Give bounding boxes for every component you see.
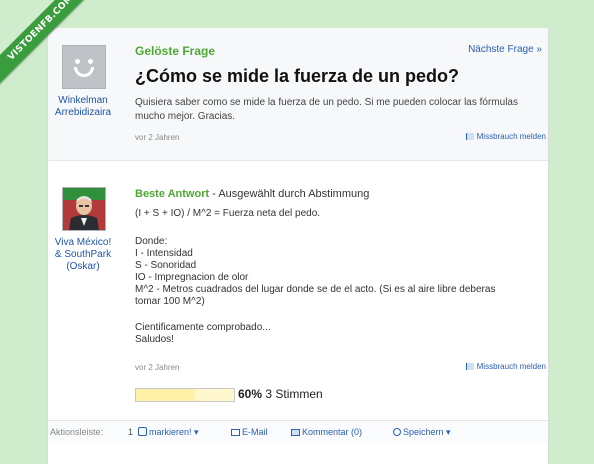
vote-progress-bar — [135, 388, 235, 402]
report-abuse-link[interactable]: Missbrauch melden — [465, 132, 546, 141]
vote-count: 3 Stimmen — [265, 387, 323, 401]
question-body: Quisiera saber como se mide la fuerza de… — [135, 97, 518, 122]
comment-icon — [291, 429, 300, 436]
action-bar-label: Aktionsleiste: — [50, 427, 104, 437]
selected-by-vote-text: - Ausgewählt durch Abstimmung — [209, 188, 370, 200]
save-label[interactable]: Speichern — [403, 427, 444, 437]
answer-item-olor: IO - Impregnacion de olor — [135, 272, 249, 283]
asker-username[interactable]: Winkelman Arrebidizaira — [52, 95, 114, 119]
comment-button[interactable]: Kommentar (0) — [291, 427, 362, 437]
star-count: 1 — [128, 427, 134, 437]
answer-timestamp: vor 2 Jahren — [135, 363, 180, 372]
avatar-eye-icon — [75, 59, 80, 64]
default-avatar[interactable] — [62, 45, 106, 89]
next-question-link[interactable]: Nächste Frage » — [468, 44, 542, 55]
mark-button[interactable]: markieren! ▾ — [138, 427, 199, 438]
vote-percent: 60% — [238, 387, 263, 401]
flag-icon — [465, 363, 474, 370]
email-button[interactable]: E-Mail — [231, 427, 268, 437]
best-answer-heading: Beste Antwort - Ausgewählt durch Abstimm… — [135, 188, 369, 200]
asker-name-line2[interactable]: Arrebidizaira — [52, 107, 114, 119]
answer-item-metros-cont: tomar 100 M^2) — [135, 296, 205, 307]
comment-label[interactable]: Kommentar (0) — [302, 427, 362, 437]
answerer-username[interactable]: Viva México! & SouthPark (Oskar) — [50, 237, 116, 273]
answerer-name-line1[interactable]: Viva México! — [50, 237, 116, 249]
mark-label[interactable]: markieren! — [149, 427, 192, 437]
question-title: ¿Cómo se mide la fuerza de un pedo? — [135, 66, 460, 86]
person-portrait-icon — [63, 188, 105, 230]
answer-closing-1: Cientificamente comprobado... — [135, 322, 271, 333]
action-bar: Aktionsleiste: 1 markieren! ▾ E-Mail Kom… — [48, 420, 548, 443]
answerer-avatar[interactable] — [62, 187, 106, 231]
star-icon — [138, 427, 147, 436]
answer-item-intensidad: I - Intensidad — [135, 248, 193, 259]
resolved-question-label: Gelöste Frage — [135, 44, 216, 58]
question-section: Winkelman Arrebidizaira Gelöste Frage Nä… — [48, 28, 548, 161]
answer-donde: Donde: — [135, 236, 168, 247]
qa-panel: Winkelman Arrebidizaira Gelöste Frage Nä… — [47, 28, 549, 464]
envelope-icon — [231, 429, 240, 436]
flag-icon — [465, 133, 474, 140]
save-button[interactable]: Speichern ▾ — [393, 427, 451, 438]
vote-result: 60% 3 Stimmen — [238, 387, 323, 401]
report-abuse-label[interactable]: Missbrauch melden — [477, 362, 546, 371]
answerer-name-line3[interactable]: (Oskar) — [50, 261, 116, 273]
answerer-name-line2[interactable]: & SouthPark — [50, 249, 116, 261]
answer-report-abuse-link[interactable]: Missbrauch melden — [465, 362, 546, 371]
answer-item-sonoridad: S - Sonoridad — [135, 260, 197, 271]
avatar-eye-icon — [88, 59, 93, 64]
answer-formula: (I + S + IO) / M^2 = Fuerza neta del ped… — [135, 208, 321, 219]
report-abuse-label[interactable]: Missbrauch melden — [477, 132, 546, 141]
answer-closing-2: Saludos! — [135, 334, 174, 345]
answer-item-metros: M^2 - Metros cuadrados del lugar donde s… — [135, 284, 496, 295]
vote-progress-fill — [136, 389, 195, 401]
avatar-smile-icon — [74, 67, 94, 77]
best-answer-label: Beste Antwort — [135, 188, 210, 200]
save-icon — [393, 428, 401, 436]
question-timestamp: vor 2 Jahren — [135, 133, 180, 142]
asker-name-line1[interactable]: Winkelman — [52, 95, 114, 107]
email-label[interactable]: E-Mail — [242, 427, 268, 437]
